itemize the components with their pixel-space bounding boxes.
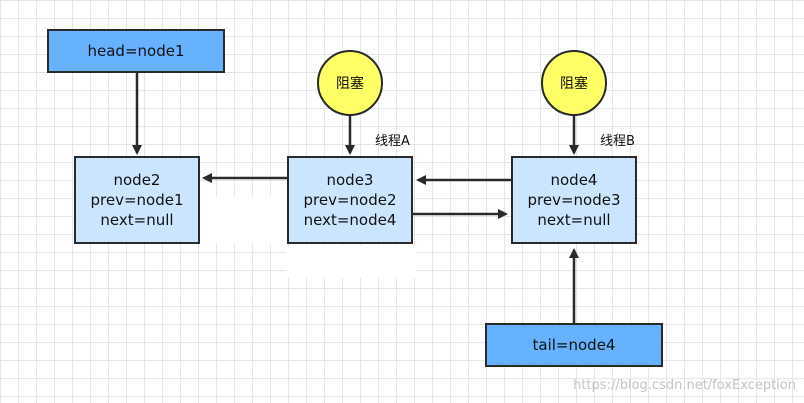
head-pointer-box: head=node1 <box>47 29 225 73</box>
node3-prev: prev=node2 <box>303 191 397 209</box>
diagram-canvas: head=node1 阻塞 阻塞 线程A 线程B node2 prev=node… <box>0 0 804 403</box>
watermark-text: https://blog.csdn.net/foxException <box>573 378 796 393</box>
thread-a-label: 线程A <box>375 134 410 149</box>
node2-next: next=null <box>100 211 174 229</box>
smudge-patch-2 <box>286 246 416 278</box>
node2-prev: prev=node1 <box>90 191 184 209</box>
node4-box: node4 prev=node3 next=null <box>511 156 637 244</box>
node3-box: node3 prev=node2 next=node4 <box>287 156 413 244</box>
thread-b-label: 线程B <box>600 134 635 149</box>
tail-pointer-label: tail=node4 <box>532 336 616 354</box>
node3-name: node3 <box>326 171 374 189</box>
blocked-label-left: 阻塞 <box>336 76 364 92</box>
smudge-patch-1 <box>200 196 288 244</box>
node4-next: next=null <box>537 211 611 229</box>
blocked-circle-right: 阻塞 <box>541 50 607 116</box>
node2-box: node2 prev=node1 next=null <box>74 156 200 244</box>
tail-pointer-box: tail=node4 <box>485 323 663 367</box>
node3-next: next=node4 <box>303 211 397 229</box>
blocked-label-right: 阻塞 <box>560 76 588 92</box>
blocked-circle-left: 阻塞 <box>317 50 383 116</box>
node4-prev: prev=node3 <box>527 191 621 209</box>
node2-name: node2 <box>113 171 161 189</box>
node4-name: node4 <box>550 171 598 189</box>
head-pointer-label: head=node1 <box>87 42 185 60</box>
